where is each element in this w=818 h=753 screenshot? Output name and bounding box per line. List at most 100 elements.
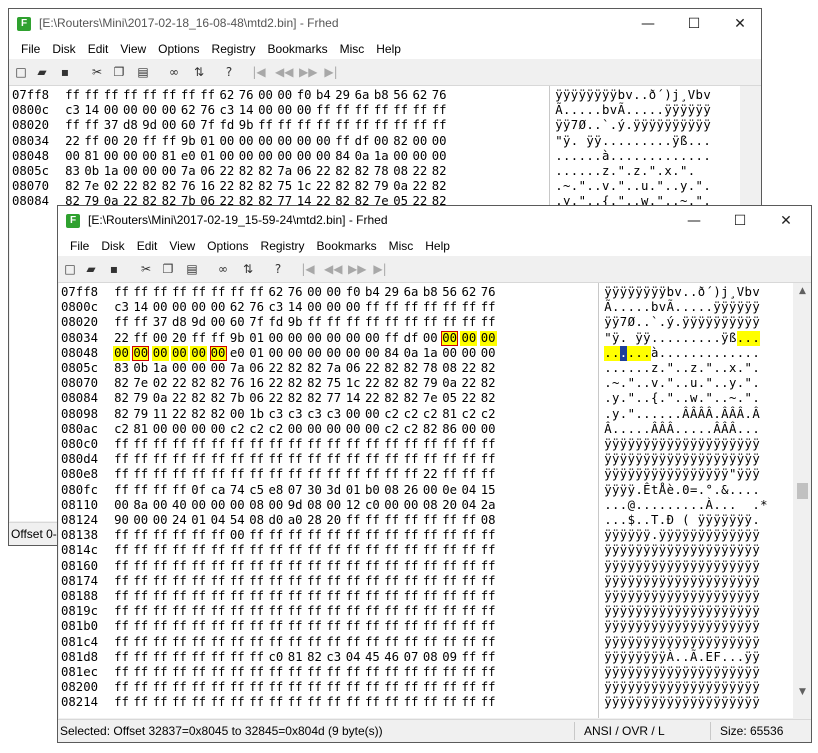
hex-byte[interactable]: ff: [383, 528, 400, 543]
ascii-char[interactable]: ~: [612, 376, 620, 391]
ascii-char[interactable]: y: [612, 407, 620, 422]
ascii-char[interactable]: ÿ: [682, 604, 690, 619]
ascii-char[interactable]: .: [578, 164, 586, 179]
ascii-char[interactable]: ÿ: [659, 650, 667, 665]
ascii-char[interactable]: .: [659, 391, 667, 406]
ascii-char[interactable]: .: [604, 498, 612, 513]
ascii-char[interactable]: ÿ: [680, 118, 688, 133]
hex-byte[interactable]: c3: [325, 650, 342, 665]
ascii-char[interactable]: ÿ: [620, 467, 628, 482]
ascii-char[interactable]: ": [627, 376, 635, 391]
ascii-char[interactable]: ÿ: [643, 528, 651, 543]
hex-byte[interactable]: ff: [276, 118, 293, 133]
hex-byte[interactable]: 22: [364, 361, 381, 376]
ascii-char[interactable]: .: [744, 330, 753, 346]
ascii-char[interactable]: Â: [721, 422, 729, 437]
hex-byte[interactable]: 00: [210, 498, 227, 513]
ascii-char[interactable]: .: [610, 164, 618, 179]
hex-byte[interactable]: ff: [403, 543, 420, 558]
hex-byte[interactable]: ff: [267, 467, 284, 482]
ascii-char[interactable]: .: [674, 650, 682, 665]
hex-row[interactable]: 0800c c3 14 00 00 00 00 62 76 c3 14 00 00 00 ff ff ff ff f…: [10, 103, 740, 118]
hex-byte[interactable]: ff: [287, 452, 304, 467]
ascii-char[interactable]: ÿ: [698, 315, 706, 330]
hex-byte[interactable]: ff: [422, 559, 439, 574]
ascii-text[interactable]: .~."..v."..u."..y.".: [555, 179, 711, 194]
ascii-char[interactable]: .: [620, 407, 628, 422]
hex-byte[interactable]: ff: [422, 452, 439, 467]
back-paste-icon[interactable]: ▤: [135, 64, 151, 80]
hex-byte[interactable]: 83: [113, 361, 130, 376]
ascii-char[interactable]: ÿ: [643, 285, 651, 300]
hex-byte[interactable]: ff: [480, 452, 497, 467]
ascii-char[interactable]: ÿ: [729, 300, 737, 315]
ascii-char[interactable]: ÿ: [682, 315, 690, 330]
hex-byte[interactable]: d8: [122, 118, 139, 133]
ascii-char[interactable]: ÿ: [604, 635, 612, 650]
hex-byte[interactable]: ff: [210, 635, 227, 650]
ascii-char[interactable]: ÿ: [674, 528, 682, 543]
ascii-char[interactable]: ÿ: [604, 467, 612, 482]
hex-byte[interactable]: ff: [431, 103, 448, 118]
ascii-char[interactable]: .: [651, 528, 659, 543]
ascii-char[interactable]: .: [625, 118, 633, 133]
hex-byte[interactable]: ff: [171, 619, 188, 634]
ascii-text[interactable]: ......à.............: [604, 345, 760, 361]
ascii-char[interactable]: .: [688, 134, 696, 149]
hex-byte[interactable]: ff: [480, 650, 497, 665]
ascii-char[interactable]: w: [690, 391, 698, 406]
ascii-char[interactable]: .: [643, 300, 651, 315]
ascii-char[interactable]: .: [659, 498, 667, 513]
hex-byte[interactable]: df: [403, 331, 420, 346]
hex-byte[interactable]: ff: [345, 528, 362, 543]
ascii-char[interactable]: ÿ: [744, 437, 752, 452]
hex-byte[interactable]: ff: [460, 604, 477, 619]
hex-byte[interactable]: 20: [325, 513, 342, 528]
hex-byte[interactable]: ff: [403, 635, 420, 650]
ascii-char[interactable]: .: [698, 498, 706, 513]
ascii-char[interactable]: .: [643, 315, 651, 330]
ascii-char[interactable]: ÿ: [698, 452, 706, 467]
ascii-char[interactable]: .: [682, 376, 690, 391]
ascii-char[interactable]: .: [604, 345, 612, 361]
ascii-char[interactable]: ÿ: [643, 589, 651, 604]
ascii-char[interactable]: ÿ: [620, 695, 628, 710]
hex-byte[interactable]: 04: [345, 650, 362, 665]
ascii-char[interactable]: .: [721, 361, 729, 376]
hex-byte[interactable]: ff: [113, 650, 130, 665]
ascii-text[interactable]: "ÿ. ÿÿ.........ÿß...: [604, 330, 760, 346]
ascii-char[interactable]: .: [563, 149, 571, 164]
ascii-char[interactable]: À: [666, 650, 674, 665]
hex-byte[interactable]: 22: [218, 164, 235, 179]
ascii-char[interactable]: ÿ: [643, 665, 651, 680]
ascii-char[interactable]: ÿ: [604, 528, 612, 543]
hex-byte[interactable]: ff: [83, 118, 100, 133]
ascii-char[interactable]: .: [744, 483, 752, 498]
hex-byte[interactable]: ff: [345, 543, 362, 558]
hex-byte[interactable]: ff: [422, 680, 439, 695]
hex-byte[interactable]: ff: [267, 574, 284, 589]
scroll-up-icon[interactable]: ▲: [794, 283, 811, 300]
hex-byte[interactable]: 6a: [354, 88, 371, 103]
ascii-char[interactable]: (: [682, 513, 690, 528]
ascii-char[interactable]: .: [594, 164, 602, 179]
hex-byte[interactable]: ff: [83, 134, 100, 149]
ascii-text[interactable]: Ã.....bvÃ.....ÿÿÿÿÿÿ: [555, 103, 711, 118]
hex-row[interactable]: 080ac c2 81 00 00 00 00 c2 c2 c2 00 00 00 00 00 c2 c2 82 8…: [59, 422, 793, 437]
hex-byte[interactable]: c2: [383, 422, 400, 437]
ascii-char[interactable]: ": [666, 361, 674, 376]
ascii-char[interactable]: v: [602, 179, 610, 194]
ascii-char[interactable]: ÿ: [752, 559, 760, 574]
hex-row[interactable]: 080e8 ff ff ff ff ff ff ff ff ff ff ff ff ff ff ff ff 22 f…: [59, 467, 793, 482]
hex-byte[interactable]: ff: [113, 437, 130, 452]
hex-byte[interactable]: 79: [373, 179, 390, 194]
ascii-char[interactable]: .: [703, 149, 711, 164]
ascii-char[interactable]: ÿ: [705, 635, 713, 650]
hex-byte[interactable]: 75: [276, 179, 293, 194]
ascii-char[interactable]: ÿ: [729, 543, 737, 558]
hex-byte[interactable]: 7a: [180, 164, 197, 179]
ascii-char[interactable]: .: [594, 118, 602, 133]
ascii-char[interactable]: ÿ: [604, 589, 612, 604]
hex-byte[interactable]: ff: [325, 574, 342, 589]
ascii-char[interactable]: `: [602, 118, 610, 133]
